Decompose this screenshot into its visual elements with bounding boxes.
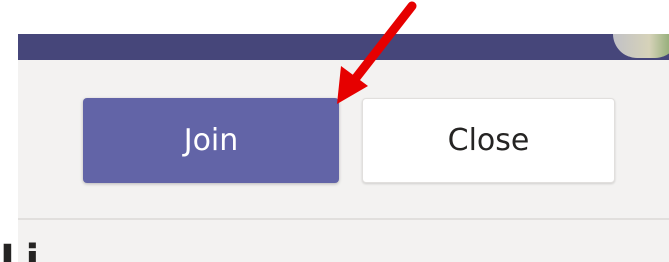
close-button[interactable]: Close bbox=[362, 98, 615, 183]
avatar-icon[interactable] bbox=[613, 34, 669, 58]
join-button[interactable]: Join bbox=[83, 98, 339, 183]
section-divider bbox=[18, 218, 669, 220]
meeting-header-bar bbox=[18, 34, 669, 60]
partial-heading: Li bbox=[0, 237, 40, 262]
close-button-label: Close bbox=[447, 123, 530, 158]
join-button-label: Join bbox=[183, 123, 239, 158]
screenshot-stage: Join Close Li bbox=[0, 0, 669, 262]
